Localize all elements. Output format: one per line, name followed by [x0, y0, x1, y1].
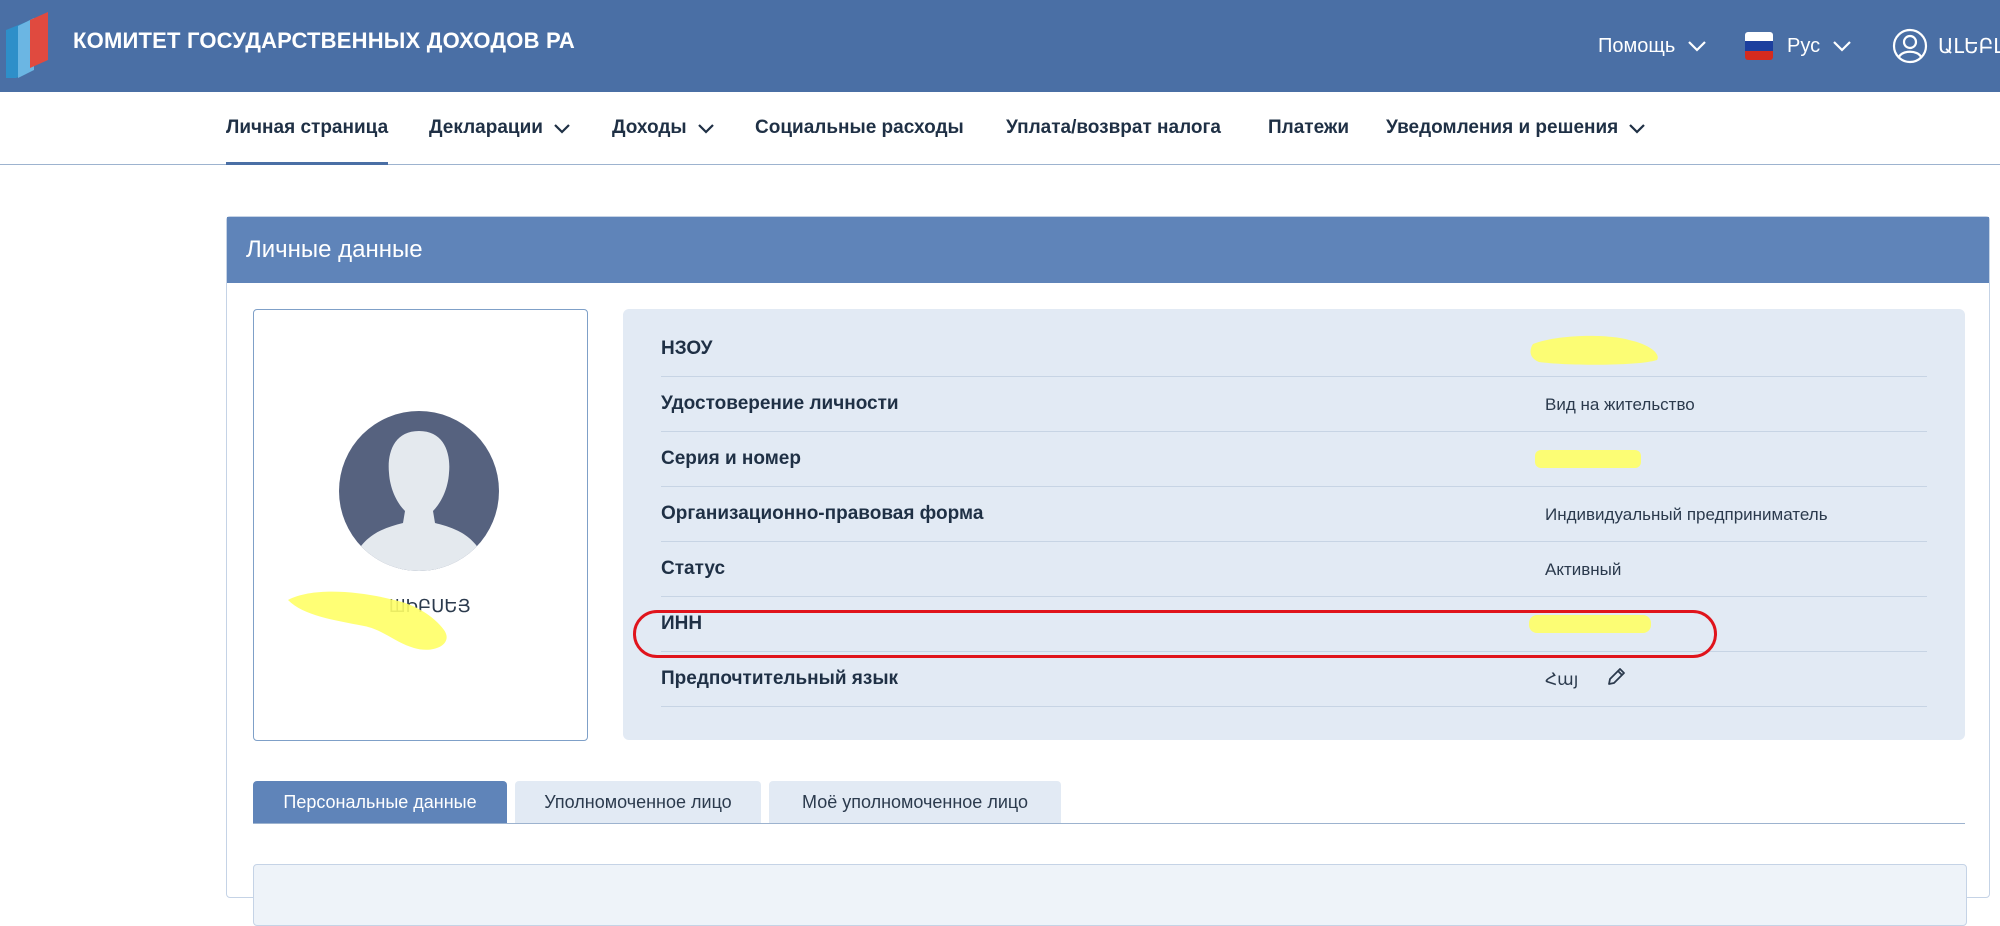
nav-personal-page[interactable]: Личная страница — [226, 92, 389, 165]
row-value: Հայ — [1545, 670, 1579, 689]
row-label: Серия и номер — [661, 448, 801, 469]
nav-label: Личная страница — [226, 117, 389, 138]
redaction-mark — [1530, 335, 1658, 365]
info-row-series-number: Серия и номер — [661, 432, 1927, 487]
nav-label: Доходы — [612, 117, 687, 138]
row-label: Организационно-правовая форма — [661, 503, 984, 524]
row-label: Удостоверение личности — [661, 393, 899, 414]
pencil-edit-icon[interactable] — [1605, 666, 1627, 688]
chevron-down-icon — [554, 123, 570, 134]
top-header: КОМИТЕТ ГОСУДАРСТВЕННЫХ ДОХОДОВ РА Помощ… — [0, 0, 2000, 92]
user-menu[interactable]: ԱԼԵԲԼ — [1892, 0, 2000, 92]
nav-income[interactable]: Доходы — [612, 92, 715, 164]
redaction-mark — [1535, 450, 1641, 468]
nav-label: Уведомления и решения — [1386, 117, 1619, 138]
russian-flag-icon — [1745, 32, 1773, 60]
inn-highlight-annotation — [633, 610, 1717, 658]
brand-title[interactable]: КОМИТЕТ ГОСУДАРСТВЕННЫХ ДОХОДОВ РА — [73, 28, 575, 54]
info-row-nzou: НЗОУ — [661, 322, 1927, 377]
tab-authorized-person[interactable]: Уполномоченное лицо — [515, 781, 761, 823]
nav-label: Социальные расходы — [755, 117, 964, 138]
user-avatar-icon — [1892, 28, 1928, 64]
profile-avatar-icon — [339, 411, 499, 571]
profile-card: ШԻԲՍԵՅ — [253, 309, 588, 741]
help-menu[interactable]: Помощь — [1598, 0, 1707, 92]
nav-label: Уплата/возврат налога — [1006, 117, 1221, 138]
profile-name: ШԻԲՍԵՅ — [389, 596, 471, 616]
chevron-down-icon — [1688, 41, 1707, 52]
nav-social-expenses[interactable]: Социальные расходы — [755, 92, 964, 164]
panel-title: Личные данные — [227, 217, 1989, 283]
row-label: НЗОУ — [661, 338, 713, 359]
tab-underline — [253, 823, 1965, 824]
user-name: ԱԼԵԲԼ — [1938, 35, 2000, 58]
row-label: Предпочтительный язык — [661, 668, 899, 689]
info-row-status: Статус Активный — [661, 542, 1927, 597]
row-value: Вид на жительство — [1545, 395, 1695, 414]
chevron-down-icon — [1629, 123, 1646, 134]
personal-info-table: НЗОУ Удостоверение личности Вид на жител… — [623, 309, 1965, 740]
main-navigation: Личная страница Декларации Доходы Социал… — [0, 92, 2000, 165]
tab-personal-data[interactable]: Персональные данные — [253, 781, 507, 823]
chevron-down-icon — [697, 123, 714, 134]
row-value: Активный — [1545, 560, 1622, 579]
language-label: Рус — [1787, 34, 1821, 57]
info-row-legal-form: Организационно-правовая форма Индивидуал… — [661, 487, 1927, 542]
row-label: Статус — [661, 558, 726, 579]
nav-tax-payment-refund[interactable]: Уплата/возврат налога — [1006, 92, 1221, 164]
src-logo-icon[interactable] — [4, 8, 52, 78]
info-row-preferred-language: Предпочтительный язык Հայ — [661, 652, 1927, 707]
row-value: Индивидуальный предприниматель — [1545, 505, 1828, 524]
nav-label: Платежи — [1268, 117, 1350, 138]
tab-my-authorized-person[interactable]: Моё уполномоченное лицо — [769, 781, 1061, 823]
tab-content-area — [253, 864, 1967, 926]
nav-declarations[interactable]: Декларации — [429, 92, 571, 164]
language-selector[interactable]: Рус — [1745, 0, 1852, 92]
nav-payments[interactable]: Платежи — [1268, 92, 1349, 164]
info-row-id-document: Удостоверение личности Вид на жительство — [661, 377, 1927, 432]
nav-notifications-decisions[interactable]: Уведомления и решения — [1386, 92, 1646, 164]
help-label: Помощь — [1598, 34, 1676, 57]
personal-data-panel: Личные данные ШԻԲՍԵՅ НЗОУ Удостоверение … — [226, 216, 1990, 926]
nav-label: Декларации — [429, 117, 543, 138]
chevron-down-icon — [1833, 41, 1851, 52]
